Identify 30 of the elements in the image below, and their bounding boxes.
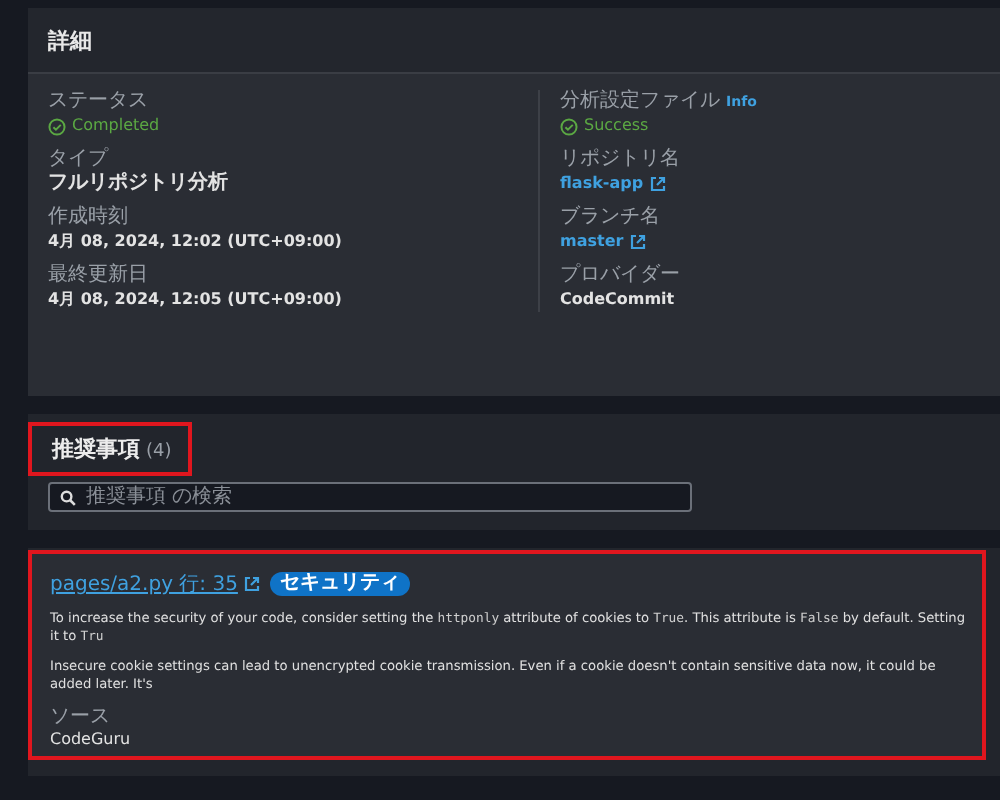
link[interactable]: flask-app [560,172,644,196]
check-circle-icon [48,117,66,135]
item-count: (4) [146,442,172,462]
external-link-icon [243,576,260,592]
field-value: フルリポジトリ分析 [48,172,228,196]
status-text: Success [560,114,1000,138]
panel-title: 詳細 [48,25,92,55]
file-link[interactable]: pages/a2.py 行: 35 [50,570,238,598]
field-label: プロバイダー [560,264,680,288]
field-label: 分析設定ファイル [560,90,720,114]
search-icon [60,490,76,506]
field-label: タイプ [48,148,108,172]
status-text: Completed [48,114,538,138]
field-label: 最終更新日 [48,264,148,288]
field-label: ステータス [48,90,148,114]
link[interactable]: master [560,230,624,254]
field-label: 作成時刻 [48,206,128,230]
field-label: ブランチ名 [560,206,660,230]
category-badge: セキュリティ [269,572,410,596]
search-field[interactable]: 推奨事項 の検索 [48,482,692,512]
check-circle-icon [560,117,578,135]
section-title: 推奨事項 [52,434,140,464]
field-label: リポジトリ名 [560,148,680,172]
source-value: CodeGuru [50,730,133,748]
field-value: CodeCommit [560,288,675,312]
field-value: 4月 08, 2024, 12:02 (UTC+09:00) [48,230,342,254]
external-link-icon [629,234,646,250]
field-value: 4月 08, 2024, 12:05 (UTC+09:00) [48,288,342,312]
external-link-icon [649,176,666,192]
source-label: ソース [50,706,112,728]
